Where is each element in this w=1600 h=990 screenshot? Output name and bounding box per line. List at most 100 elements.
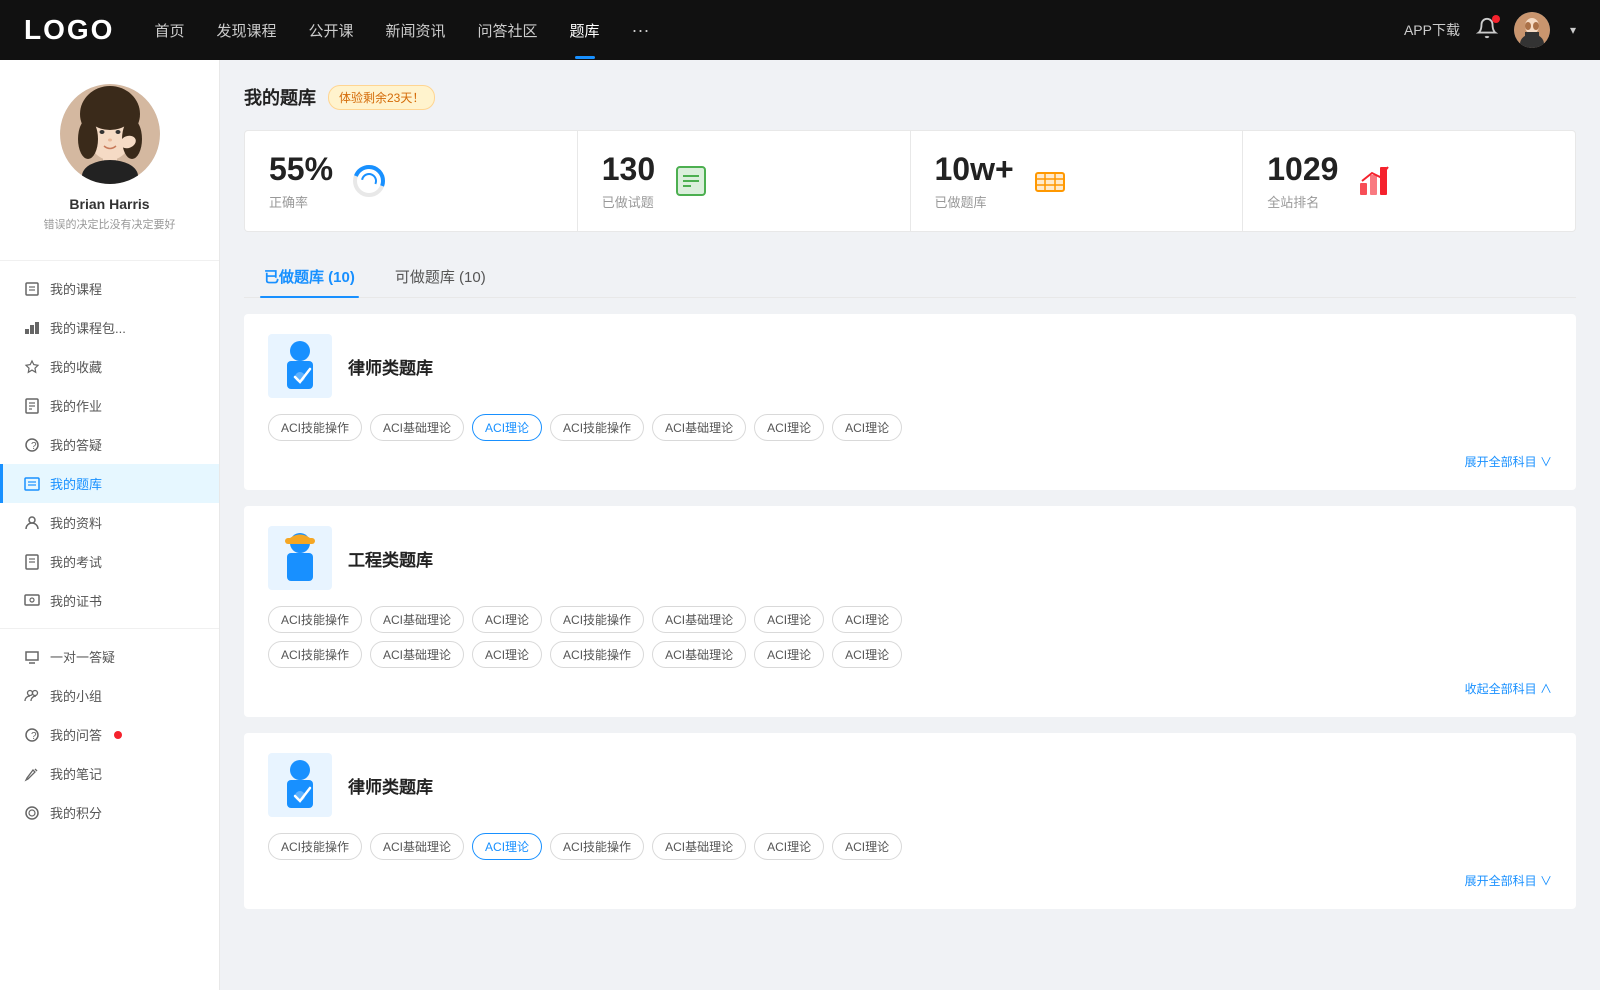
sidebar-item-notes[interactable]: 我的笔记 <box>0 754 219 793</box>
tab-bar: 已做题库 (10) 可做题库 (10) <box>244 256 1576 298</box>
stat-accuracy-value: 55% <box>269 151 333 188</box>
sidebar-item-my-qa[interactable]: ? 我的问答 <box>0 715 219 754</box>
page-title: 我的题库 <box>244 84 316 110</box>
sidebar-label-course-package: 我的课程包... <box>50 318 126 337</box>
tag-eng-skill-4[interactable]: ACI技能操作 <box>550 641 644 668</box>
bank-icon-lawyer-2 <box>268 753 332 817</box>
sidebar-item-points[interactable]: 我的积分 <box>0 793 219 832</box>
sidebar-item-course-package[interactable]: 我的课程包... <box>0 308 219 347</box>
tag-aci-basic-2[interactable]: ACI基础理论 <box>652 414 746 441</box>
nav-dropdown-arrow[interactable]: ▾ <box>1570 23 1576 37</box>
sidebar-item-my-course[interactable]: 我的课程 <box>0 269 219 308</box>
sidebar-label-points: 我的积分 <box>50 803 102 822</box>
sidebar-label-question-bank: 我的题库 <box>50 474 102 493</box>
group-icon <box>24 688 40 704</box>
tag-aci-theory-2[interactable]: ACI理论 <box>832 414 902 441</box>
tag-law2-basic-1[interactable]: ACI基础理论 <box>370 833 464 860</box>
logo: LOGO <box>24 14 114 46</box>
tag-eng-theory-1[interactable]: ACI理论 <box>472 606 542 633</box>
sidebar-item-favorites[interactable]: 我的收藏 <box>0 347 219 386</box>
tag-aci-skill-2[interactable]: ACI技能操作 <box>550 414 644 441</box>
nav-open-course[interactable]: 公开课 <box>308 20 353 41</box>
bank-icon-engineer <box>268 526 332 590</box>
expand-link-lawyer-2[interactable]: 展开全部科目 ∨ <box>1465 872 1552 889</box>
tags-row-engineer-2: ACI技能操作 ACI基础理论 ACI理论 ACI技能操作 ACI基础理论 AC… <box>268 641 1552 668</box>
stat-banks-value: 10w+ <box>935 151 1014 188</box>
trial-badge: 体验剩余23天！ <box>328 85 435 110</box>
tag-eng-basic-4[interactable]: ACI基础理论 <box>652 641 746 668</box>
svg-text:?: ? <box>31 731 37 742</box>
tag-aci-basic-1[interactable]: ACI基础理论 <box>370 414 464 441</box>
tag-law2-theory-2[interactable]: ACI理论 <box>832 833 902 860</box>
stat-questions-label: 已做试题 <box>602 192 655 211</box>
nav-discover[interactable]: 发现课程 <box>216 20 276 41</box>
sidebar-label-profile: 我的资料 <box>50 513 102 532</box>
tag-eng-skill-3[interactable]: ACI技能操作 <box>268 641 362 668</box>
qa-icon: ? <box>24 437 40 453</box>
stat-accuracy: 55% 正确率 <box>245 131 577 231</box>
tag-law2-theory-selected[interactable]: ACI理论 <box>472 833 542 860</box>
sidebar-item-homework[interactable]: 我的作业 <box>0 386 219 425</box>
nav-news[interactable]: 新闻资讯 <box>386 20 446 41</box>
tags-row-engineer-1: ACI技能操作 ACI基础理论 ACI理论 ACI技能操作 ACI基础理论 AC… <box>268 606 1552 633</box>
tag-eng-theory-5[interactable]: ACI理论 <box>754 641 824 668</box>
tag-eng-theory-6[interactable]: ACI理论 <box>832 641 902 668</box>
tag-eng-theory-2[interactable]: ACI理论 <box>754 606 824 633</box>
stat-questions-value: 130 <box>602 151 655 188</box>
stat-questions-value-wrap: 130 已做试题 <box>602 151 655 211</box>
bank-tags-engineer: ACI技能操作 ACI基础理论 ACI理论 ACI技能操作 ACI基础理论 AC… <box>268 606 1552 668</box>
tag-eng-skill-1[interactable]: ACI技能操作 <box>268 606 362 633</box>
points-icon <box>24 805 40 821</box>
sidebar-label-notes: 我的笔记 <box>50 764 102 783</box>
bell-notification-dot <box>1492 15 1500 23</box>
tag-aci-theory-1[interactable]: ACI理论 <box>754 414 824 441</box>
tag-eng-theory-3[interactable]: ACI理论 <box>832 606 902 633</box>
bell-button[interactable] <box>1476 17 1498 44</box>
tag-eng-skill-2[interactable]: ACI技能操作 <box>550 606 644 633</box>
expand-link-engineer[interactable]: 收起全部科目 ∧ <box>1465 680 1552 697</box>
sidebar-label-qa: 我的答疑 <box>50 435 102 454</box>
nav-question-bank[interactable]: 题库 <box>570 20 600 41</box>
avatar[interactable] <box>1514 12 1550 48</box>
certificate-icon <box>24 593 40 609</box>
tag-eng-basic-1[interactable]: ACI基础理论 <box>370 606 464 633</box>
sidebar-item-question-bank[interactable]: 我的题库 <box>0 464 219 503</box>
bank-header-lawyer-1: 律师类题库 <box>268 334 1552 398</box>
sidebar-item-qa[interactable]: ? 我的答疑 <box>0 425 219 464</box>
app-download-link[interactable]: APP下载 <box>1404 20 1460 40</box>
nav-more[interactable]: ··· <box>632 20 650 41</box>
sidebar-item-exam[interactable]: 我的考试 <box>0 542 219 581</box>
nav-home[interactable]: 首页 <box>154 20 184 41</box>
bank-icon-lawyer-1 <box>268 334 332 398</box>
sidebar-label-exam: 我的考试 <box>50 552 102 571</box>
tag-law2-skill-2[interactable]: ACI技能操作 <box>550 833 644 860</box>
tab-done-banks[interactable]: 已做题库 (10) <box>244 256 375 297</box>
my-qa-red-dot <box>114 731 122 739</box>
course-package-icon <box>24 320 40 336</box>
sidebar-item-tutoring[interactable]: 一对一答疑 <box>0 637 219 676</box>
tag-law2-theory-1[interactable]: ACI理论 <box>754 833 824 860</box>
tag-eng-theory-4[interactable]: ACI理论 <box>472 641 542 668</box>
tag-aci-skill-1[interactable]: ACI技能操作 <box>268 414 362 441</box>
nav-qa[interactable]: 问答社区 <box>478 20 538 41</box>
stat-rank-value-wrap: 1029 全站排名 <box>1267 151 1338 211</box>
bank-footer-engineer: 收起全部科目 ∧ <box>268 680 1552 697</box>
bank-header-engineer: 工程类题库 <box>268 526 1552 590</box>
tag-law2-basic-2[interactable]: ACI基础理论 <box>652 833 746 860</box>
tag-eng-basic-2[interactable]: ACI基础理论 <box>652 606 746 633</box>
sidebar-label-group: 我的小组 <box>50 686 102 705</box>
stat-rank-value: 1029 <box>1267 151 1338 188</box>
tab-available-banks[interactable]: 可做题库 (10) <box>375 256 506 297</box>
tag-eng-basic-3[interactable]: ACI基础理论 <box>370 641 464 668</box>
sidebar-item-certificate[interactable]: 我的证书 <box>0 581 219 620</box>
sidebar-item-group[interactable]: 我的小组 <box>0 676 219 715</box>
sidebar-item-profile[interactable]: 我的资料 <box>0 503 219 542</box>
stat-banks-value-wrap: 10w+ 已做题库 <box>935 151 1014 211</box>
user-avatar <box>60 84 160 184</box>
sidebar-label-tutoring: 一对一答疑 <box>50 647 115 666</box>
sidebar-label-certificate: 我的证书 <box>50 591 102 610</box>
banks-icon <box>1030 161 1070 201</box>
tag-aci-theory-selected-1[interactable]: ACI理论 <box>472 414 542 441</box>
expand-link-lawyer-1[interactable]: 展开全部科目 ∨ <box>1465 453 1552 470</box>
tag-law2-skill-1[interactable]: ACI技能操作 <box>268 833 362 860</box>
